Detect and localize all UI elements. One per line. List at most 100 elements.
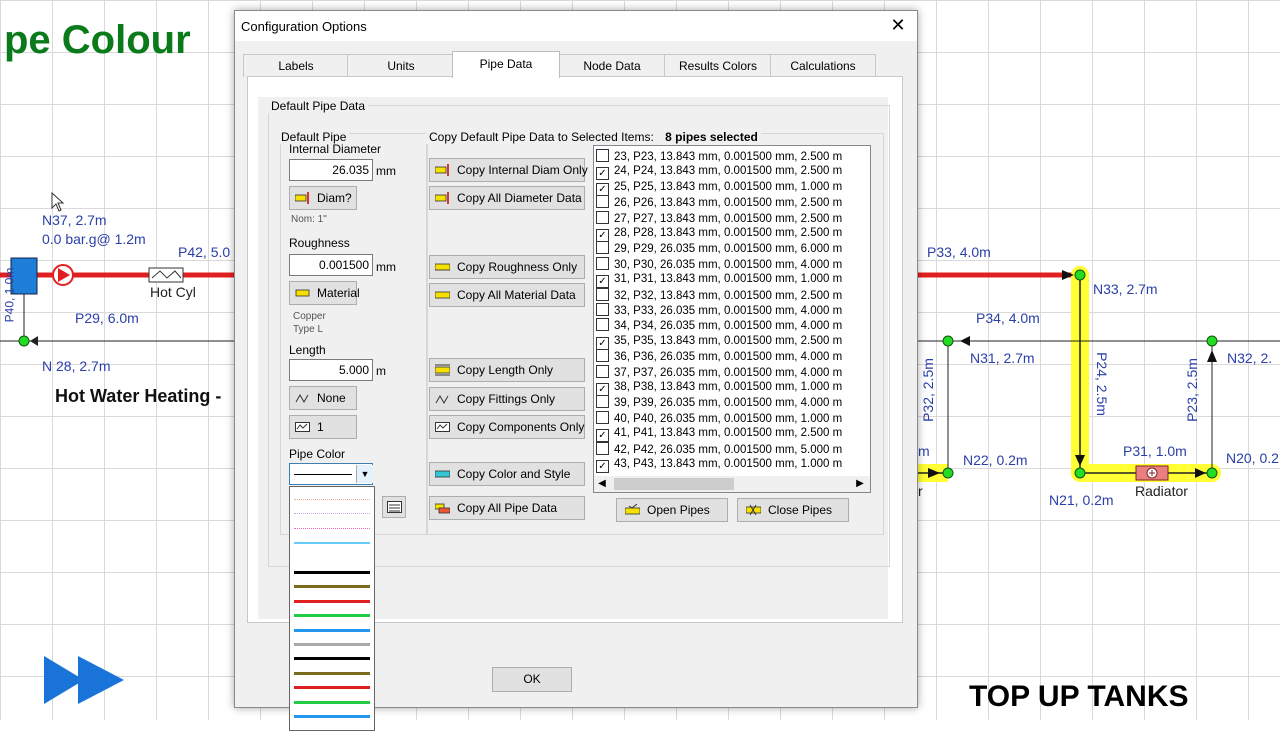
copy-length-button[interactable]: Copy Length Only [429, 358, 585, 382]
material-button[interactable]: Material [289, 281, 360, 305]
pipe-list-item[interactable]: 23, P23, 13.843 mm, 0.001500 mm, 2.500 m [596, 149, 842, 164]
checked-checkbox[interactable]: ✓ [596, 336, 609, 350]
scroll-left-icon[interactable]: ◀ [596, 478, 608, 490]
color-swatch-option[interactable] [294, 527, 370, 531]
pipe-list-item[interactable]: ✓ 43, P43, 13.843 mm, 0.001500 mm, 1.000 … [596, 457, 842, 473]
checked-checkbox[interactable]: ✓ [596, 383, 609, 396]
pipe-list-item[interactable]: 37, P37, 26.035 mm, 0.001500 mm, 4.000 m [596, 364, 842, 380]
checked-checkbox[interactable]: ✓ [596, 229, 609, 242]
tab-results-colors[interactable]: Results Colors [664, 54, 772, 77]
tab-labels[interactable]: Labels [243, 54, 349, 77]
pipe-list-item[interactable]: 39, P39, 26.035 mm, 0.001500 mm, 4.000 m [596, 395, 842, 410]
copy-all-pipe-data-button[interactable]: Copy All Pipe Data [429, 496, 585, 520]
color-swatch-option[interactable] [294, 643, 370, 646]
pipe-list-item[interactable]: 32, P32, 13.843 mm, 0.001500 mm, 2.500 m [596, 287, 843, 303]
scroll-thumb[interactable] [614, 478, 734, 490]
checkbox[interactable] [596, 441, 609, 455]
pipe-color-dropdown[interactable] [289, 486, 375, 731]
pipe-list-item[interactable]: ✓ 31, P31, 13.843 mm, 0.001500 mm, 1.000 … [596, 272, 842, 289]
close-pipes-button[interactable]: Close Pipes [737, 498, 849, 522]
checkbox[interactable] [596, 395, 609, 409]
pipe-list-item[interactable]: ✓ 28, P28, 13.843 mm, 0.001500 mm, 2.500 … [596, 226, 842, 242]
pipe-list-item[interactable]: 29, P29, 26.035 mm, 0.001500 mm, 6.000 m [596, 241, 842, 256]
open-pipes-button[interactable]: Open Pipes [616, 498, 728, 522]
color-swatch-option[interactable] [294, 671, 370, 675]
checkbox[interactable] [596, 241, 609, 255]
color-palette-button[interactable] [382, 496, 406, 518]
checkbox[interactable] [596, 318, 609, 332]
checkbox[interactable] [596, 364, 609, 378]
close-icon[interactable]: ✕ [887, 14, 909, 36]
pipe-list-item[interactable]: 42, P42, 26.035 mm, 0.001500 mm, 5.000 m [596, 441, 842, 457]
scroll-right-icon[interactable]: ▶ [854, 478, 866, 490]
checkbox[interactable] [596, 287, 609, 301]
length-input[interactable]: 5.000 [289, 359, 373, 381]
copy-all-diameter-button[interactable]: Copy All Diameter Data [429, 186, 585, 210]
checkbox[interactable] [596, 195, 609, 209]
pipe-list-item-label: 40, P40, 26.035 mm, 0.001500 mm, 1.000 m [614, 412, 843, 425]
color-swatch-option[interactable] [294, 700, 370, 704]
color-swatch-option[interactable] [294, 686, 370, 690]
copy-all-material-button[interactable]: Copy All Material Data [429, 283, 585, 307]
color-swatch-option[interactable] [294, 715, 370, 718]
color-swatch-option[interactable] [294, 556, 370, 559]
pipe-list-item[interactable]: 40, P40, 26.035 mm, 0.001500 mm, 1.000 m [596, 410, 843, 426]
pipe-list-item[interactable]: 36, P36, 26.035 mm, 0.001500 mm, 4.000 m [596, 349, 842, 364]
checkbox[interactable] [596, 210, 609, 224]
tab-calculations[interactable]: Calculations [770, 54, 876, 77]
chevron-down-icon[interactable]: ▼ [356, 465, 373, 483]
checked-checkbox[interactable]: ✓ [596, 275, 609, 289]
pipe-color-select[interactable]: ▼ [289, 463, 373, 485]
pipe-list-item[interactable]: 30, P30, 26.035 mm, 0.001500 mm, 4.000 m [596, 256, 842, 272]
components-button[interactable]: 1 [289, 415, 357, 439]
color-swatch-option[interactable] [294, 513, 370, 516]
color-swatch-option[interactable] [294, 571, 370, 574]
copy-color-style-button[interactable]: Copy Color and Style [429, 462, 585, 486]
copy-roughness-button[interactable]: Copy Roughness Only [429, 255, 585, 279]
pipe-list-item[interactable]: ✓ 25, P25, 13.843 mm, 0.001500 mm, 1.000 … [596, 180, 842, 196]
pipe-list-item[interactable]: ✓ 24, P24, 13.843 mm, 0.001500 mm, 2.500 … [596, 164, 842, 181]
checkbox[interactable] [596, 256, 609, 270]
label-m-fragment: m [918, 443, 930, 459]
copy-components-button[interactable]: Copy Components Only [429, 415, 585, 439]
fittings-button[interactable]: None [289, 386, 357, 410]
color-swatch-option[interactable] [294, 657, 370, 661]
label-n31: N31, 2.7m [970, 350, 1035, 366]
color-swatch-option[interactable] [294, 599, 370, 603]
ok-button[interactable]: OK [492, 667, 572, 692]
checked-checkbox[interactable]: ✓ [596, 460, 609, 473]
checked-checkbox[interactable]: ✓ [596, 167, 609, 181]
tab-units[interactable]: Units [347, 54, 455, 77]
pipe-list-item[interactable]: 26, P26, 13.843 mm, 0.001500 mm, 2.500 m [596, 195, 842, 210]
copy-fittings-button[interactable]: Copy Fittings Only [429, 387, 585, 411]
checkbox[interactable] [596, 149, 609, 162]
roughness-input[interactable]: 0.001500 [289, 254, 373, 276]
diam-button[interactable]: Diam? [289, 186, 357, 210]
internal-diameter-input[interactable]: 26.035 [289, 159, 373, 181]
material-icon [295, 289, 310, 297]
pipe-list-item[interactable]: 27, P27, 13.843 mm, 0.001500 mm, 2.500 m [596, 210, 842, 226]
pipe-list-item[interactable]: ✓ 38, P38, 13.843 mm, 0.001500 mm, 1.000 … [596, 380, 842, 396]
checkbox[interactable] [596, 410, 609, 424]
copy-internal-diam-button[interactable]: Copy Internal Diam Only [429, 158, 588, 182]
checkbox[interactable] [596, 303, 609, 316]
color-swatch-option[interactable] [294, 542, 370, 545]
color-swatch-option[interactable] [294, 614, 370, 618]
dialog-titlebar[interactable]: Configuration Options ✕ [235, 11, 917, 41]
pipe-list-item-label: 23, P23, 13.843 mm, 0.001500 mm, 2.500 m [614, 151, 843, 163]
checkbox[interactable] [596, 349, 609, 363]
pipe-list-item[interactable]: 34, P34, 26.035 mm, 0.001500 mm, 4.000 m [596, 318, 842, 333]
horizontal-scrollbar[interactable]: ◀ ▶ [594, 476, 870, 492]
pipe-list-item[interactable]: ✓ 35, P35, 13.843 mm, 0.001500 mm, 2.500 … [596, 334, 842, 350]
pipe-list-item-label: 32, P32, 13.843 mm, 0.001500 mm, 2.500 m [614, 289, 843, 302]
selected-pipes-list[interactable]: 23, P23, 13.843 mm, 0.001500 mm, 2.500 m… [593, 145, 871, 493]
checked-checkbox[interactable]: ✓ [596, 429, 609, 443]
pipe-list-item[interactable]: ✓ 41, P41, 13.843 mm, 0.001500 mm, 2.500 … [596, 426, 842, 443]
color-swatch-option[interactable] [294, 499, 370, 502]
pipe-list-item[interactable]: 33, P33, 26.035 mm, 0.001500 mm, 4.000 m [596, 303, 842, 318]
color-swatch-option[interactable] [294, 585, 370, 589]
checked-checkbox[interactable]: ✓ [596, 182, 609, 196]
color-swatch-option[interactable] [294, 628, 370, 632]
tab-node-data[interactable]: Node Data [558, 54, 666, 77]
tab-pipe-data[interactable]: Pipe Data [452, 51, 560, 78]
